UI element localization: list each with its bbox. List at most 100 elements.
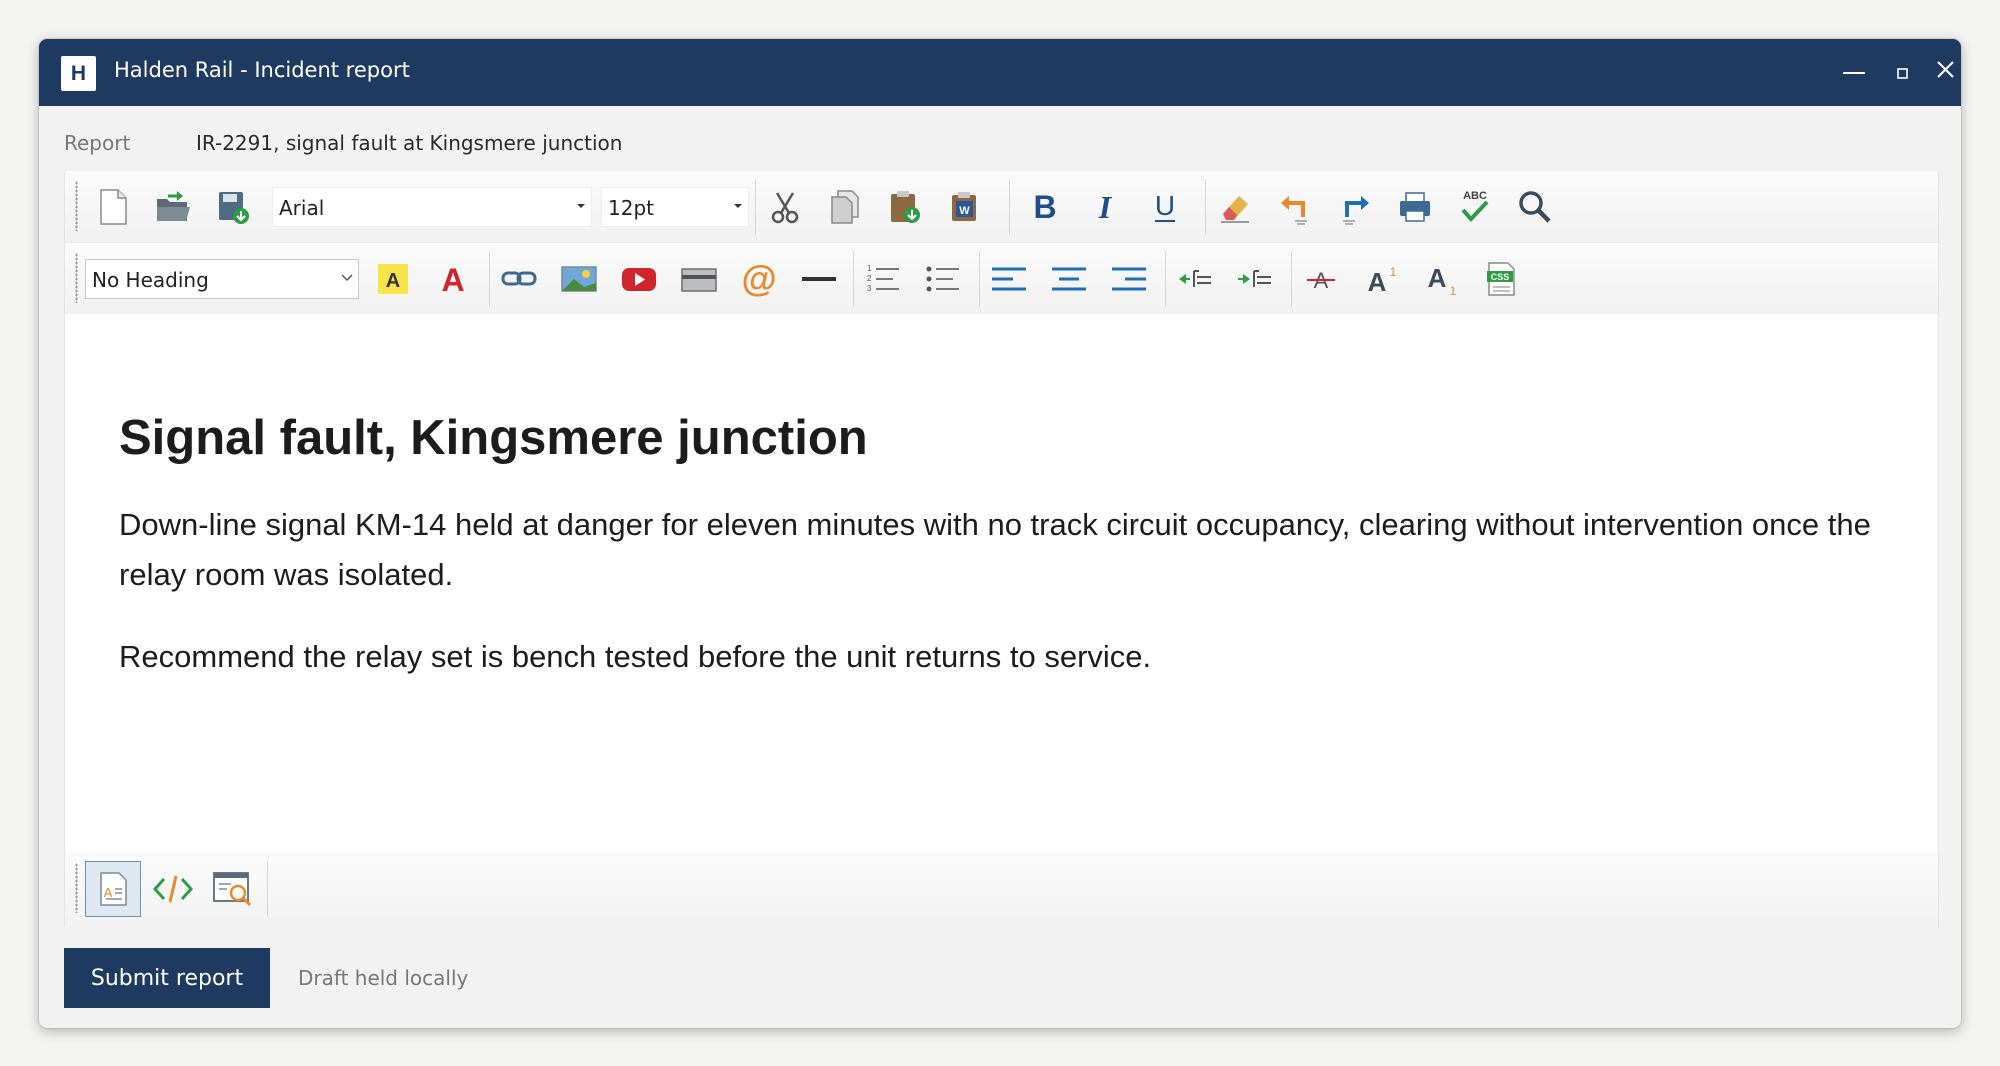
- toolbar-grip[interactable]: [75, 253, 78, 303]
- insert-video-button[interactable]: [615, 255, 663, 303]
- eraser-icon: [1221, 196, 1249, 223]
- open-folder-icon: [157, 191, 190, 221]
- align-center-icon: [1052, 267, 1086, 291]
- svg-text:A: A: [1428, 263, 1447, 293]
- submit-report-button[interactable]: Submit report: [64, 948, 270, 1008]
- spellcheck-icon: ABC: [1461, 190, 1489, 222]
- minimize-button[interactable]: [1834, 51, 1874, 91]
- chevron-down-icon: [577, 204, 585, 208]
- html-source-view-button[interactable]: [145, 861, 201, 917]
- toolbar-separator: [1165, 251, 1166, 307]
- close-button[interactable]: [1926, 51, 1961, 91]
- maximize-icon: [1897, 68, 1908, 79]
- print-button[interactable]: [1391, 183, 1439, 231]
- align-left-icon: [992, 267, 1026, 291]
- save-button[interactable]: [209, 183, 257, 231]
- preview-view-button[interactable]: [205, 861, 261, 917]
- minimize-icon: [1843, 72, 1865, 74]
- copy-button[interactable]: [821, 183, 869, 231]
- font-color-button[interactable]: A: [429, 255, 477, 303]
- document-heading[interactable]: Signal fault, Kingsmere junction: [119, 410, 868, 466]
- align-right-icon: [1112, 267, 1146, 291]
- draft-status: Draft held locally: [298, 966, 469, 990]
- toolbar-grip[interactable]: [75, 181, 78, 231]
- word-paste-icon: W: [952, 192, 976, 221]
- open-button[interactable]: [149, 183, 197, 231]
- insert-image-button[interactable]: [555, 255, 603, 303]
- toolbar-separator: [853, 251, 854, 307]
- svg-text:A: A: [104, 885, 113, 900]
- align-right-button[interactable]: [1105, 255, 1153, 303]
- toolbar-row-2: No Heading A A @ 1 2 3 A A 1 A 1 CSS: [65, 243, 1938, 314]
- bulleted-list-button[interactable]: [919, 255, 967, 303]
- printer-icon: [1400, 192, 1430, 222]
- undo-button[interactable]: [1271, 183, 1319, 231]
- window-title: Halden Rail - Incident report: [114, 58, 410, 82]
- chevron-down-icon: [734, 204, 742, 208]
- image-icon: [561, 266, 597, 292]
- cut-button[interactable]: [761, 183, 809, 231]
- heading-style-select[interactable]: No Heading: [85, 259, 359, 299]
- insert-table-button[interactable]: [675, 255, 723, 303]
- document-paragraph[interactable]: Down-line signal KM-14 held at danger fo…: [119, 500, 1929, 600]
- align-left-button[interactable]: [985, 255, 1033, 303]
- paste-from-word-button[interactable]: W: [941, 183, 989, 231]
- highlight-color-icon: A: [378, 264, 408, 294]
- italic-icon: I: [1098, 189, 1113, 225]
- report-value: IR-2291, signal fault at Kingsmere junct…: [196, 131, 623, 155]
- font-size-select[interactable]: 12pt: [601, 187, 749, 227]
- strikethrough-icon: A: [1307, 268, 1335, 293]
- numbered-list-button[interactable]: 1 2 3: [859, 255, 907, 303]
- report-label: Report: [64, 131, 131, 155]
- title-bar: H Halden Rail - Incident report: [39, 39, 1961, 106]
- subscript-button[interactable]: A 1: [1417, 255, 1465, 303]
- insert-link-button[interactable]: [495, 255, 543, 303]
- paste-button[interactable]: [881, 183, 929, 231]
- find-button[interactable]: [1511, 183, 1559, 231]
- new-document-icon: [100, 189, 127, 225]
- svg-text:A: A: [386, 270, 400, 292]
- superscript-icon: A 1: [1368, 265, 1397, 297]
- toolbar-separator: [1009, 179, 1010, 235]
- horizontal-rule-button[interactable]: [795, 255, 843, 303]
- font-family-select[interactable]: Arial: [272, 187, 592, 227]
- spellcheck-label: ABC: [1463, 190, 1487, 202]
- spellcheck-button[interactable]: ABC: [1451, 183, 1499, 231]
- align-center-button[interactable]: [1045, 255, 1093, 303]
- svg-text:A: A: [1368, 267, 1387, 297]
- svg-text:2: 2: [867, 274, 872, 283]
- rich-text-editor: Arial 12pt W B I U ABC No Heading A A @ …: [64, 171, 1939, 927]
- clear-formatting-button[interactable]: [1211, 183, 1259, 231]
- code-icon: [152, 875, 194, 903]
- superscript-button[interactable]: A 1: [1357, 255, 1405, 303]
- toolbar-separator: [979, 251, 980, 307]
- preview-icon: [213, 872, 252, 907]
- maximize-button[interactable]: [1882, 51, 1922, 91]
- outdent-icon: [1179, 270, 1211, 287]
- indent-button[interactable]: [1231, 255, 1279, 303]
- new-document-button[interactable]: [89, 183, 137, 231]
- redo-button[interactable]: [1331, 183, 1379, 231]
- underline-button[interactable]: U: [1141, 183, 1189, 231]
- outdent-button[interactable]: [1171, 255, 1219, 303]
- document-paragraph[interactable]: Recommend the relay set is bench tested …: [119, 632, 1929, 682]
- insert-email-button[interactable]: @: [735, 255, 783, 303]
- design-view-button[interactable]: A: [85, 861, 141, 917]
- css-label: CSS: [1491, 272, 1510, 282]
- toolbar-separator: [267, 861, 268, 917]
- toolbar-separator: [1205, 179, 1206, 235]
- table-icon: [681, 268, 717, 292]
- svg-text:1: 1: [1450, 284, 1457, 298]
- css-style-button[interactable]: CSS: [1477, 255, 1525, 303]
- toolbar-grip[interactable]: [75, 863, 78, 913]
- heading-style-value: No Heading: [92, 268, 209, 292]
- close-icon: [1937, 61, 1954, 78]
- italic-button[interactable]: I: [1081, 183, 1129, 231]
- highlight-color-button[interactable]: A: [369, 255, 417, 303]
- strikethrough-button[interactable]: A: [1297, 255, 1345, 303]
- font-family-value: Arial: [279, 196, 325, 220]
- bold-button[interactable]: B: [1021, 183, 1069, 231]
- bulleted-list-icon: [926, 266, 959, 292]
- scissors-icon: [771, 192, 799, 224]
- editor-content[interactable]: Signal fault, Kingsmere junction Down-li…: [65, 314, 1938, 844]
